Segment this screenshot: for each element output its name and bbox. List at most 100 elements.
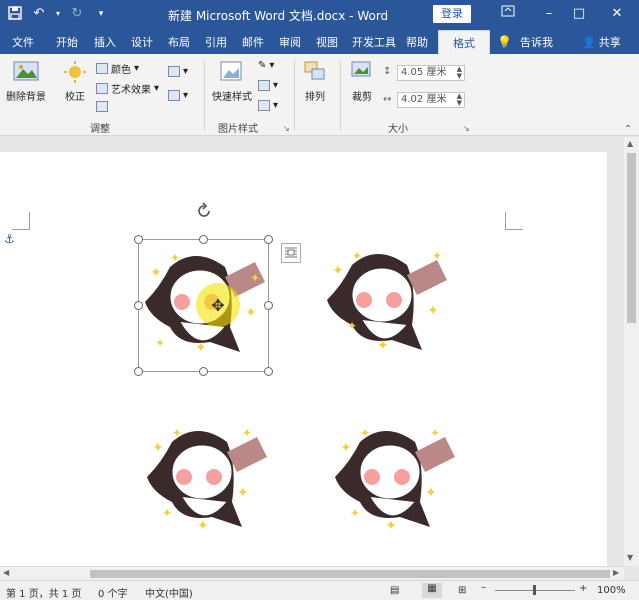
sticker-image[interactable]: ✥ ✦ ✦ ✦ ✦ ✦ ✦ bbox=[140, 247, 270, 357]
svg-text:✦: ✦ bbox=[430, 426, 440, 440]
svg-text:✦: ✦ bbox=[237, 485, 249, 501]
quick-styles-button[interactable]: 快速样式 bbox=[209, 60, 255, 103]
sticker-image[interactable]: ✦ ✦ ✦ ✦ ✦ ✦ bbox=[322, 245, 452, 355]
svg-text:✦: ✦ bbox=[150, 265, 162, 281]
minimize-button[interactable]: – bbox=[538, 4, 560, 24]
tell-me-label: 告诉我 bbox=[519, 36, 553, 49]
document-page[interactable]: ⚓ ✥ ✦ ✦ ✦ ✦ ✦ ✦ ✦ ✦ ✦ ✦ ✦ ✦ ✦ ✦ ✦ ✦ ✦ ✦ … bbox=[0, 152, 607, 572]
crop-icon bbox=[351, 61, 371, 77]
svg-text:✦: ✦ bbox=[347, 319, 357, 333]
layout-options-button[interactable] bbox=[281, 243, 301, 263]
save-icon[interactable] bbox=[6, 5, 24, 23]
pen-icon: ✎ bbox=[258, 60, 267, 71]
zoom-in-button[interactable]: + bbox=[579, 583, 587, 594]
scroll-right-icon[interactable]: ▶ bbox=[613, 568, 619, 577]
svg-text:✦: ✦ bbox=[245, 305, 257, 321]
resize-handle[interactable] bbox=[134, 235, 143, 244]
tab-help[interactable]: 帮助 bbox=[406, 34, 428, 50]
ribbon-tabs: 文件 开始 插入 设计 布局 引用 邮件 审阅 视图 开发工具 帮助 格式 💡 告… bbox=[0, 30, 639, 54]
resize-handle[interactable] bbox=[134, 367, 143, 376]
tab-design[interactable]: 设计 bbox=[131, 34, 153, 50]
undo-icon[interactable]: ↶ bbox=[30, 5, 48, 23]
customize-qat-icon[interactable]: ▾ bbox=[92, 5, 110, 23]
resize-handle[interactable] bbox=[199, 235, 208, 244]
crop-label: 裁剪 bbox=[352, 92, 372, 103]
transparency-button[interactable] bbox=[96, 101, 108, 112]
zoom-slider-thumb[interactable] bbox=[533, 585, 536, 595]
scroll-up-icon[interactable]: ▲ bbox=[627, 139, 633, 148]
language-indicator[interactable]: 中文(中国) bbox=[145, 585, 193, 600]
arrange-button[interactable]: 排列 bbox=[300, 60, 330, 103]
tab-layout[interactable]: 布局 bbox=[168, 34, 190, 50]
word-count[interactable]: 0 个字 bbox=[98, 585, 128, 600]
corrections-button[interactable]: 校正 bbox=[60, 60, 90, 103]
document-area: ⚓ ✥ ✦ ✦ ✦ ✦ ✦ ✦ ✦ ✦ ✦ ✦ ✦ ✦ ✦ ✦ ✦ ✦ ✦ ✦ … bbox=[0, 137, 624, 572]
dialog-launcher-icon[interactable]: ↘ bbox=[283, 124, 290, 133]
horizontal-scrollbar[interactable]: ◀ ▶ bbox=[0, 566, 624, 580]
remove-background-button[interactable]: 删除背景 bbox=[4, 60, 48, 103]
chevron-down-icon: ▾ bbox=[154, 83, 160, 94]
svg-text:✦: ✦ bbox=[197, 518, 209, 532]
spin-arrows-icon[interactable]: ▲ ▼ bbox=[457, 66, 462, 80]
artistic-effects-button[interactable]: 艺术效果 ▾ bbox=[96, 81, 159, 96]
change-picture-button[interactable]: ▾ bbox=[168, 90, 188, 101]
share-button[interactable]: 👤 共享 bbox=[582, 34, 621, 50]
tab-view[interactable]: 视图 bbox=[316, 34, 338, 50]
resize-handle[interactable] bbox=[199, 367, 208, 376]
anchor-icon[interactable]: ⚓ bbox=[4, 232, 15, 246]
restore-button[interactable]: □ bbox=[568, 4, 590, 24]
tab-references[interactable]: 引用 bbox=[205, 34, 227, 50]
crop-button[interactable]: 裁剪 bbox=[346, 60, 378, 103]
login-button[interactable]: 登录 bbox=[433, 5, 471, 23]
scroll-left-icon[interactable]: ◀ bbox=[3, 568, 9, 577]
group-separator bbox=[340, 60, 341, 130]
svg-text:✦: ✦ bbox=[425, 485, 437, 501]
resize-handle[interactable] bbox=[264, 235, 273, 244]
picture-border-button[interactable]: ✎ ▾ bbox=[258, 60, 274, 71]
sticker-image[interactable]: ✦ ✦ ✦ ✦ ✦ ✦ bbox=[142, 422, 272, 532]
collapse-ribbon-icon[interactable]: ⌃ bbox=[624, 124, 632, 135]
color-button[interactable]: 颜色 ▾ bbox=[96, 61, 139, 76]
redo-icon[interactable]: ↻ bbox=[68, 5, 86, 23]
rotate-handle[interactable] bbox=[195, 202, 213, 220]
compress-pictures-button[interactable]: ▾ bbox=[168, 66, 188, 77]
tab-mailings[interactable]: 邮件 bbox=[242, 34, 264, 50]
close-button[interactable]: ✕ bbox=[606, 4, 628, 24]
chevron-down-icon: ▾ bbox=[269, 60, 275, 71]
svg-text:✦: ✦ bbox=[162, 506, 172, 520]
scroll-thumb[interactable] bbox=[627, 153, 636, 323]
undo-dropdown-icon[interactable]: ▾ bbox=[54, 5, 62, 23]
sticker-image[interactable]: ✦ ✦ ✦ ✦ ✦ ✦ bbox=[330, 422, 460, 532]
tab-review[interactable]: 审阅 bbox=[279, 34, 301, 50]
tab-file[interactable]: 文件 bbox=[12, 34, 34, 50]
zoom-out-button[interactable]: – bbox=[481, 582, 486, 593]
scroll-down-icon[interactable]: ▼ bbox=[627, 553, 633, 562]
share-label: 共享 bbox=[598, 36, 621, 49]
svg-text:✦: ✦ bbox=[250, 271, 260, 285]
height-input[interactable]: 4.05 厘米 ▲ ▼ bbox=[397, 65, 465, 81]
dialog-launcher-icon[interactable]: ↘ bbox=[463, 124, 470, 133]
color-icon bbox=[96, 63, 108, 74]
resize-handle[interactable] bbox=[264, 367, 273, 376]
page-count[interactable]: 第 1 页，共 1 页 bbox=[6, 585, 81, 600]
web-layout-icon[interactable]: ⊞ bbox=[458, 585, 466, 596]
lightbulb-icon: 💡 bbox=[497, 35, 512, 49]
vertical-scrollbar[interactable]: ▲ ▼ bbox=[624, 137, 639, 566]
spin-arrows-icon[interactable]: ▲ ▼ bbox=[457, 93, 462, 107]
artistic-effects-icon bbox=[96, 83, 108, 94]
picture-layout-button[interactable]: ▾ bbox=[258, 100, 278, 111]
tab-home[interactable]: 开始 bbox=[56, 34, 78, 50]
tab-developer[interactable]: 开发工具 bbox=[352, 34, 396, 50]
tell-me-search[interactable]: 💡 告诉我 bbox=[497, 34, 553, 50]
ribbon-display-options-icon[interactable] bbox=[497, 4, 519, 24]
read-mode-icon[interactable]: ▤ bbox=[390, 585, 399, 596]
zoom-level[interactable]: 100% bbox=[597, 585, 626, 596]
picture-effects-button[interactable]: ▾ bbox=[258, 80, 278, 91]
window-title: 新建 Microsoft Word 文档.docx - Word bbox=[168, 9, 389, 23]
print-layout-icon[interactable]: ▦ bbox=[422, 583, 442, 598]
scroll-thumb[interactable] bbox=[90, 570, 610, 578]
tab-insert[interactable]: 插入 bbox=[94, 34, 116, 50]
svg-text:✦: ✦ bbox=[432, 249, 442, 263]
tab-format[interactable]: 格式 bbox=[438, 30, 490, 54]
width-input[interactable]: 4.02 厘米 ▲ ▼ bbox=[397, 92, 465, 108]
